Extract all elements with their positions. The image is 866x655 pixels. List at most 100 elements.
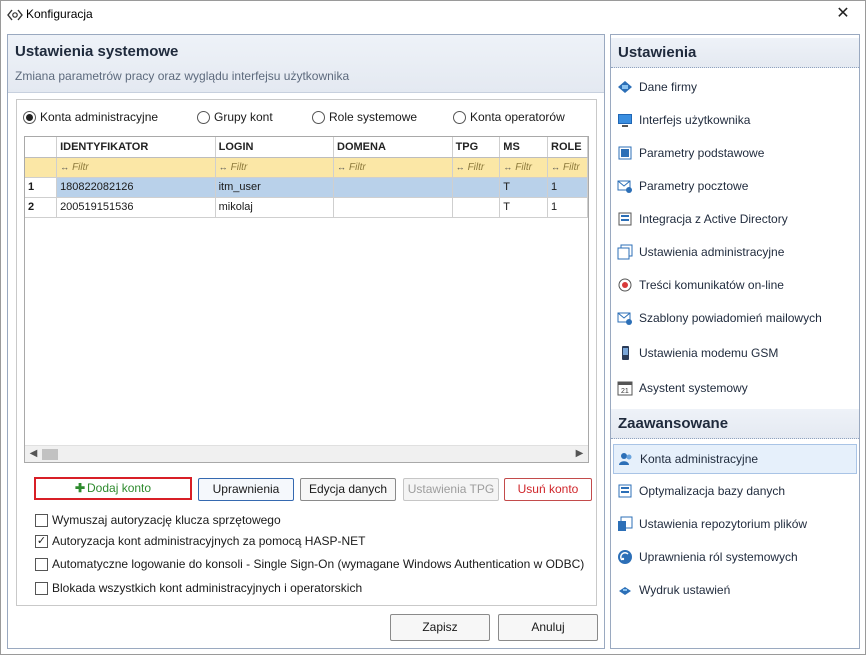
accounts-table: IDENTYFIKATOR LOGIN DOMENA TPG MS ROLE ↔… bbox=[25, 137, 588, 218]
accounts-icon bbox=[618, 451, 634, 467]
filter-cell[interactable]: ↔ Filtr bbox=[547, 157, 588, 178]
nav-item-mail-parameters[interactable]: Parametry pocztowe bbox=[613, 171, 857, 201]
cancel-button[interactable]: Anuluj bbox=[498, 614, 598, 641]
filter-icon: ↔ bbox=[337, 161, 347, 172]
database-icon bbox=[617, 483, 633, 499]
cell-tpg bbox=[452, 197, 501, 218]
filter-cell[interactable]: ↔ Filtr bbox=[333, 157, 453, 178]
filter-spacer bbox=[25, 157, 58, 178]
checkbox-unchecked-icon bbox=[35, 513, 48, 527]
checkbox-hardware-key[interactable]: Wymuszaj autoryzację klucza sprzętowego bbox=[35, 513, 281, 527]
monitor-icon bbox=[617, 112, 633, 128]
delete-account-button[interactable]: Usuń konto bbox=[504, 478, 592, 501]
radio-checked-icon bbox=[23, 110, 36, 124]
horizontal-scrollbar[interactable]: ◀ ▶ bbox=[25, 445, 588, 462]
table-row[interactable]: 2 200519151536 mikolaj T 1 bbox=[25, 197, 588, 218]
nav-item-company-data[interactable]: Dane firmy bbox=[613, 72, 857, 102]
section-title-settings: Ustawienia bbox=[611, 38, 859, 68]
checkbox-checked-icon: ✓ bbox=[35, 534, 48, 548]
section-title-advanced: Zaawansowane bbox=[611, 409, 859, 439]
cell-identifier: 180822082126 bbox=[56, 177, 216, 198]
page-title: Ustawienia systemowe bbox=[15, 43, 179, 60]
checkbox-unchecked-icon bbox=[35, 581, 48, 595]
radio-unchecked-icon bbox=[312, 110, 325, 124]
filter-cell[interactable]: ↔ Filtr bbox=[56, 157, 216, 178]
save-button[interactable]: Zapisz bbox=[390, 614, 490, 641]
filter-cell[interactable]: ↔ Filtr bbox=[499, 157, 549, 178]
scroll-thumb[interactable] bbox=[42, 449, 58, 460]
radio-unchecked-icon bbox=[453, 110, 466, 124]
radio-admin-accounts[interactable]: Konta administracyjne bbox=[23, 110, 158, 124]
filter-icon: ↔ bbox=[455, 161, 465, 172]
settings-navigation: Ustawienia Dane firmy Interfejs użytkown… bbox=[610, 34, 860, 649]
nav-item-print-settings[interactable]: Wydruk ustawień bbox=[613, 575, 857, 605]
nav-item-role-permissions[interactable]: Uprawnienia ról systemowych bbox=[613, 542, 857, 572]
filter-icon: ↔ bbox=[60, 161, 70, 172]
accounts-grid[interactable]: IDENTYFIKATOR LOGIN DOMENA TPG MS ROLE ↔… bbox=[24, 136, 589, 463]
cell-ms: T bbox=[499, 197, 549, 218]
cell-login: itm_user bbox=[215, 177, 335, 198]
cell-identifier: 200519151536 bbox=[56, 197, 216, 218]
svg-text:21: 21 bbox=[621, 388, 629, 395]
cell-tpg bbox=[452, 177, 501, 198]
radio-account-groups[interactable]: Grupy kont bbox=[197, 110, 273, 124]
mail-templates-icon bbox=[617, 310, 633, 326]
filter-cell[interactable]: ↔ Filtr bbox=[452, 157, 501, 178]
radio-operator-accounts[interactable]: Konta operatorów bbox=[453, 110, 565, 124]
filter-row: ↔ Filtr ↔ Filtr ↔ Filtr ↔ Filtr ↔ Filtr ↔ Filt… bbox=[25, 157, 588, 178]
plus-icon: ✚ bbox=[74, 481, 85, 495]
add-account-button[interactable]: ✚ Dodaj konto bbox=[34, 477, 192, 500]
tpg-settings-button[interactable]: Ustawienia TPG bbox=[403, 478, 499, 501]
radio-label: Role systemowe bbox=[329, 110, 418, 124]
window-title: Konfiguracja bbox=[26, 7, 93, 21]
table-row[interactable]: 1 180822082126 itm_user T 1 bbox=[25, 177, 588, 198]
nav-item-user-interface[interactable]: Interfejs użytkownika bbox=[613, 105, 857, 135]
nav-item-mail-templates[interactable]: Szablony powiadomień mailowych bbox=[613, 303, 857, 333]
checkbox-sso[interactable]: Automatyczne logowanie do konsoli - Sing… bbox=[35, 557, 584, 571]
config-window: Konfiguracja ✕ Ustawienia systemowe Zmia… bbox=[0, 0, 866, 655]
column-header-domain[interactable]: DOMENA bbox=[333, 137, 453, 158]
cell-role: 1 bbox=[547, 177, 588, 198]
nav-item-admin-accounts[interactable]: Konta administracyjne bbox=[613, 444, 857, 474]
nav-item-admin-settings[interactable]: Ustawienia administracyjne bbox=[613, 237, 857, 267]
parameters-icon bbox=[617, 145, 633, 161]
column-header-role[interactable]: ROLE bbox=[547, 137, 588, 158]
nav-item-file-repository[interactable]: Ustawienia repozytorium plików bbox=[613, 509, 857, 539]
radio-unchecked-icon bbox=[197, 110, 210, 124]
scroll-right-icon[interactable]: ▶ bbox=[571, 446, 588, 462]
nav-item-online-messages[interactable]: Treści komunikatów on-line bbox=[613, 270, 857, 300]
checkbox-hasp-net[interactable]: ✓ Autoryzacja kont administracyjnych za … bbox=[35, 534, 365, 548]
column-header-tpg[interactable]: TPG bbox=[452, 137, 501, 158]
page-subtitle: Zmiana parametrów pracy oraz wyglądu int… bbox=[15, 69, 350, 83]
messages-icon bbox=[617, 277, 633, 293]
filter-cell[interactable]: ↔ Filtr bbox=[215, 157, 335, 178]
radio-label: Konta operatorów bbox=[470, 110, 565, 124]
filter-icon: ↔ bbox=[503, 161, 513, 172]
permissions-button[interactable]: Uprawnienia bbox=[198, 478, 294, 501]
checkbox-block-accounts[interactable]: Blokada wszystkich kont administracyjnyc… bbox=[35, 581, 362, 595]
row-number: 2 bbox=[25, 197, 58, 218]
cell-role: 1 bbox=[547, 197, 588, 218]
panel-header: Ustawienia systemowe Zmiana parametrów p… bbox=[8, 35, 604, 93]
column-header-login[interactable]: LOGIN bbox=[215, 137, 335, 158]
scroll-left-icon[interactable]: ◀ bbox=[25, 446, 42, 462]
radio-system-roles[interactable]: Role systemowe bbox=[312, 110, 417, 124]
edit-data-button[interactable]: Edycja danych bbox=[300, 478, 396, 501]
nav-item-active-directory[interactable]: Integracja z Active Directory bbox=[613, 204, 857, 234]
nav-item-system-assistant[interactable]: 21 Asystent systemowy bbox=[613, 373, 857, 403]
column-header-ms[interactable]: MS bbox=[499, 137, 549, 158]
cell-domain bbox=[333, 197, 453, 218]
app-logo-icon bbox=[7, 8, 23, 22]
mail-settings-icon bbox=[617, 178, 633, 194]
nav-item-basic-parameters[interactable]: Parametry podstawowe bbox=[613, 138, 857, 168]
nav-item-gsm-modem[interactable]: Ustawienia modemu GSM bbox=[613, 338, 857, 368]
role-permissions-icon bbox=[617, 549, 633, 565]
column-header-identifier[interactable]: IDENTYFIKATOR bbox=[56, 137, 216, 158]
phone-icon bbox=[617, 345, 633, 361]
close-icon[interactable]: ✕ bbox=[821, 1, 865, 29]
header-row: IDENTYFIKATOR LOGIN DOMENA TPG MS ROLE bbox=[25, 137, 588, 158]
nav-item-db-optimization[interactable]: Optymalizacja bazy danych bbox=[613, 476, 857, 506]
calendar-icon: 21 bbox=[617, 380, 633, 396]
checkbox-unchecked-icon bbox=[35, 557, 48, 571]
filter-icon: ↔ bbox=[551, 161, 561, 172]
